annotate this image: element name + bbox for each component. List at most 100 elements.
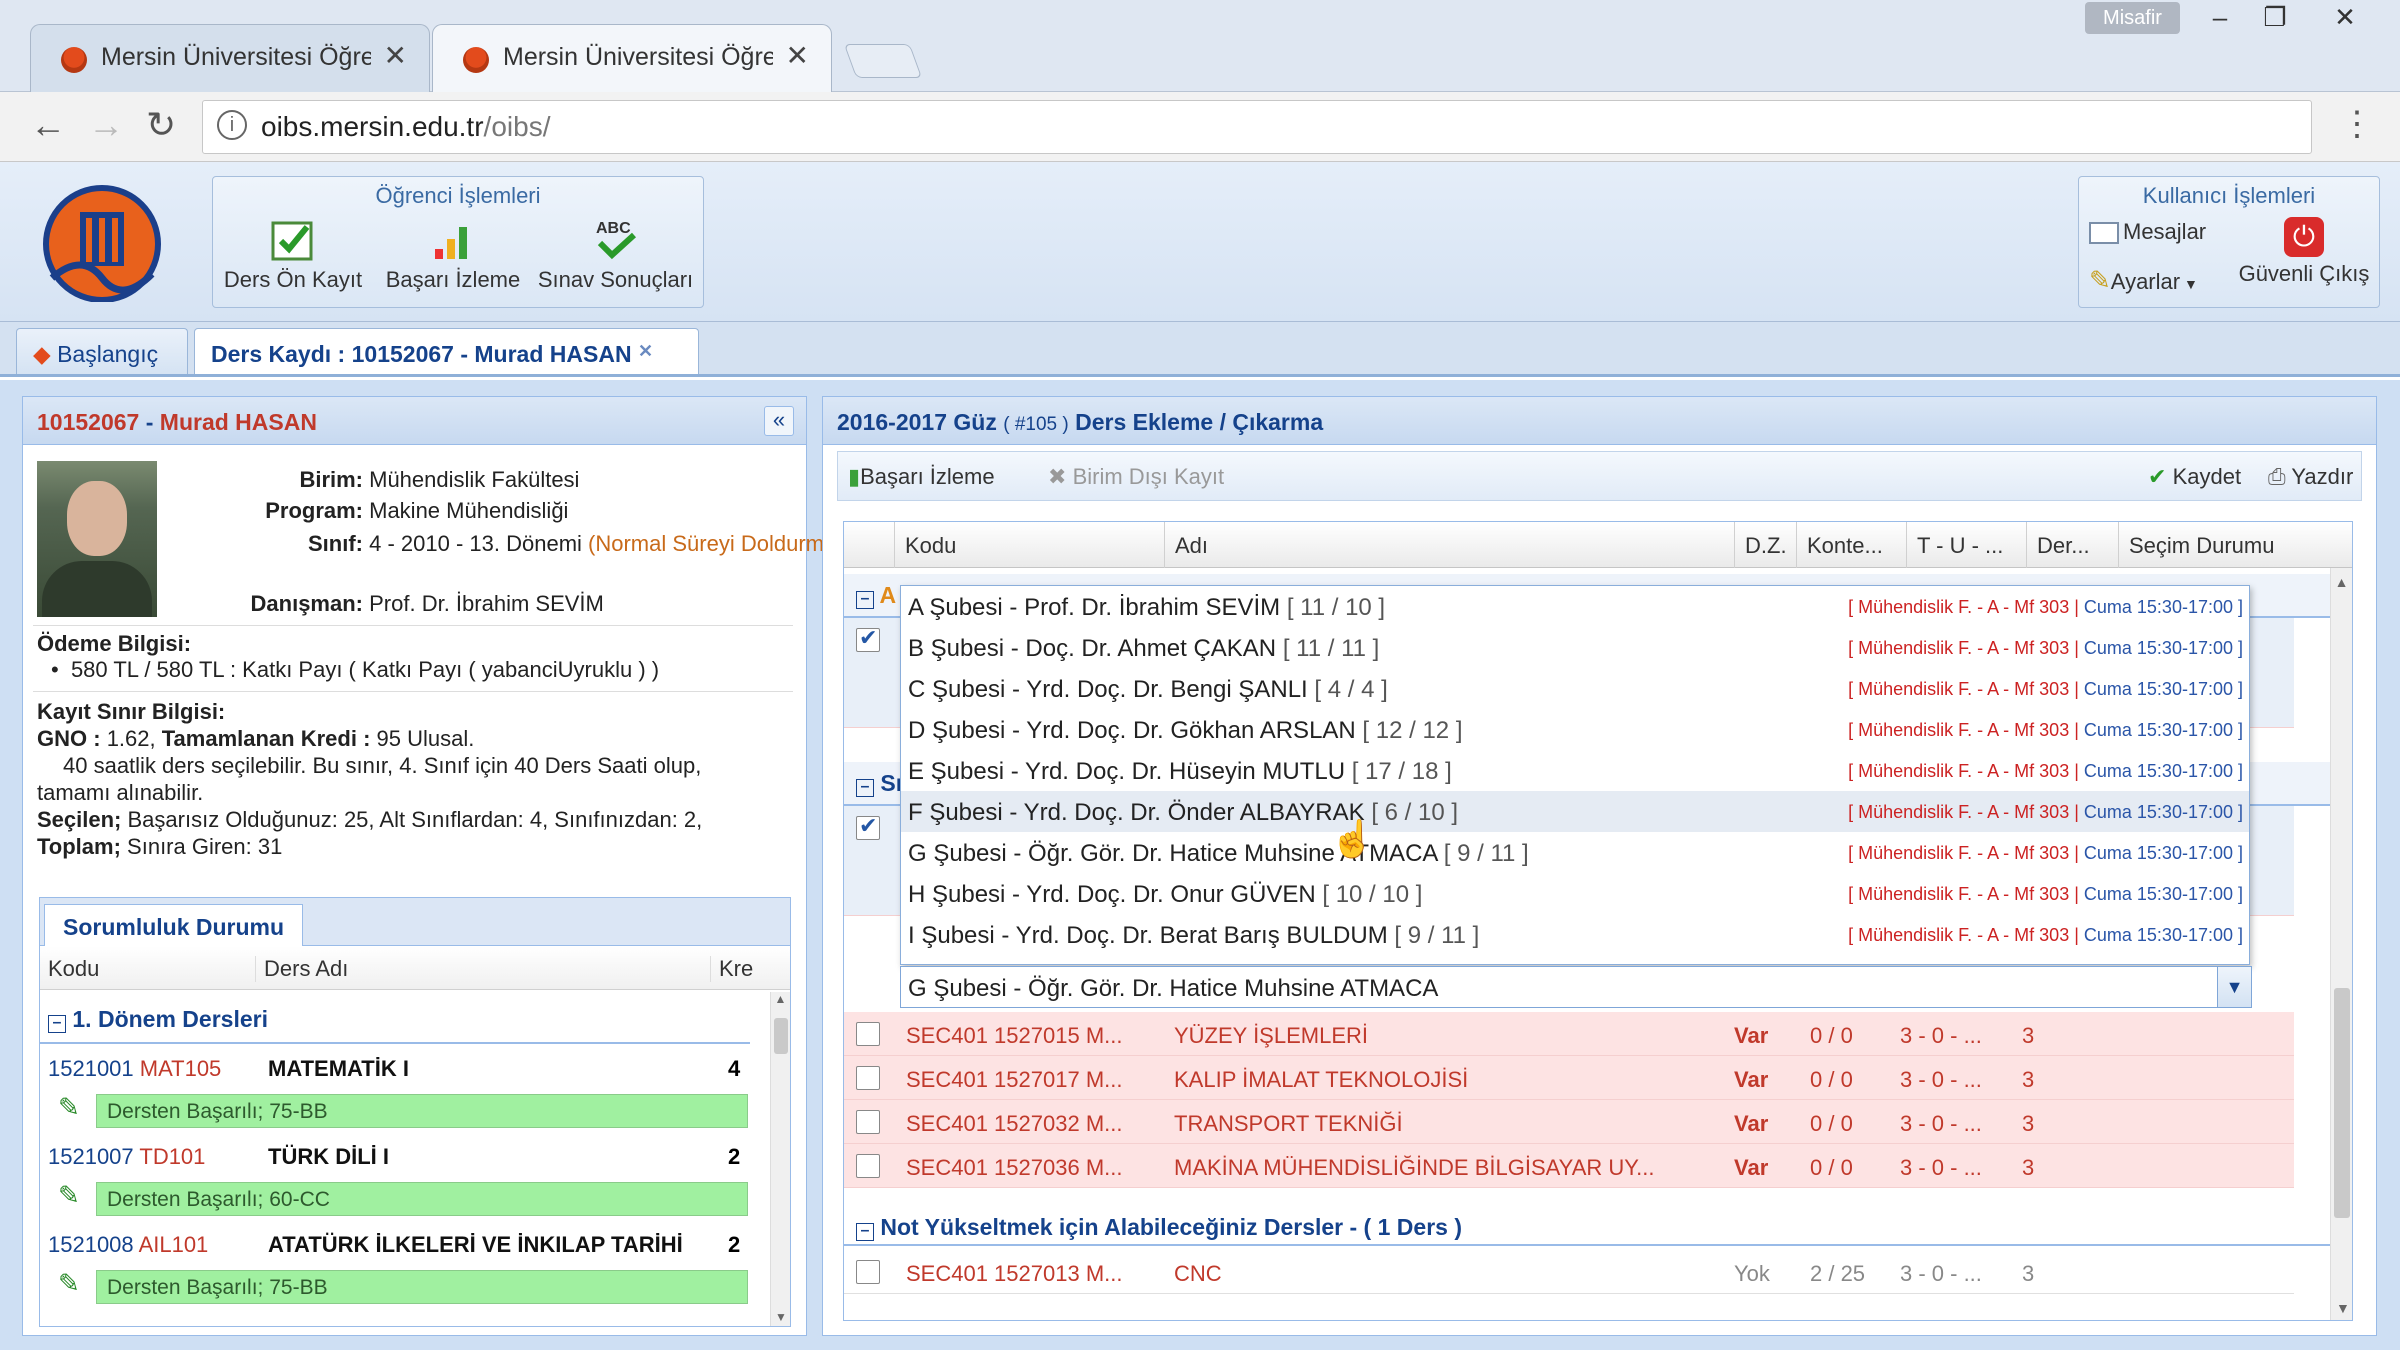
col-tu[interactable]: T - U - ... [1906,522,2026,568]
new-tab-button[interactable] [843,44,923,78]
row-checkbox[interactable] [856,1022,880,1046]
window-close-icon[interactable]: ✕ [2320,0,2370,36]
option-label: F Şubesi - Yrd. Doç. Dr. Önder ALBAYRAK [908,799,1365,826]
group-not-yukseltmek[interactable]: – Not Yükseltmek için Alabileceğiniz Der… [844,1206,2334,1246]
row-checkbox[interactable] [856,1110,880,1134]
col-kodu[interactable]: Kodu [894,522,1164,568]
row-checkbox[interactable] [856,1154,880,1178]
row-checkbox[interactable] [856,625,880,652]
dropdown-option-e[interactable]: E Şubesi - Yrd. Doç. Dr. Hüseyin MUTLU [… [901,750,2249,791]
pin-icon: ✎ [58,1180,80,1210]
tab-ders-kaydi-label: Ders Kaydı : 10152067 - Murad HASAN [211,341,632,367]
birim-label: Birim: [299,467,363,492]
checklist-icon [271,221,313,261]
logout-label: Güvenli Çıkış [2238,261,2370,286]
reload-icon[interactable]: ↻ [146,104,176,146]
print-button[interactable]: ⎙ Yazdır [2268,464,2353,490]
cell-adi: TRANSPORT TEKNİĞİ [1174,1111,1403,1136]
scroll-thumb[interactable] [2334,988,2350,1218]
collapse-group-icon[interactable]: – [856,779,874,797]
collapse-group-icon[interactable]: – [48,1015,66,1033]
guest-profile-button[interactable]: Misafir [2085,2,2180,34]
basari-izleme-button[interactable]: Başarı İzleme [378,217,528,293]
scroll-down-icon[interactable]: ▼ [2336,1300,2350,1316]
tab-sorumluluk[interactable]: Sorumluluk Durumu [44,904,304,946]
col-kredi[interactable]: Kre [710,956,753,982]
gno-line: GNO : 1.62, Tamamlanan Kredi : 95 Ulusal… [37,726,474,752]
birim-disi-kayit-tool[interactable]: ✖ Birim Dışı Kayıt [1048,464,1224,490]
col-kontenjan[interactable]: Konte... [1796,522,1906,568]
course-panel-header: 2016-2017 Güz ( #105 ) Ders Ekleme / Çık… [823,397,2376,445]
group-1-donem[interactable]: – 1. Dönem Dersleri [48,1006,268,1033]
scroll-thumb[interactable] [774,1018,788,1054]
col-secim-durumu[interactable]: Seçim Durumu [2118,522,2338,568]
scroll-up-icon[interactable]: ▲ [771,992,790,1006]
close-tab-icon[interactable]: ✕ [786,39,809,72]
table-row[interactable]: SEC401 1527017 M... KALIP İMALAT TEKNOLO… [844,1056,2294,1100]
cell-tu: 3 - 0 - ... [1900,1023,1982,1048]
dropdown-option-i[interactable]: I Şubesi - Yrd. Doç. Dr. Berat Barış BUL… [901,914,2249,955]
close-tab-icon[interactable]: ✕ [384,39,407,72]
time-text: Cuma 15:30-17:00 ] [2083,843,2243,863]
chevron-down-icon[interactable]: ▼ [2217,967,2251,1007]
sorumluluk-scrollbar[interactable]: ▲ ▼ [770,992,790,1326]
grid-scrollbar[interactable]: ▲ ▼ [2330,568,2352,1320]
minimize-icon[interactable]: – [2195,0,2245,36]
close-tab-icon[interactable]: ✕ [638,341,653,361]
section-select[interactable]: G Şubesi - Öğr. Gör. Dr. Hatice Muhsine … [900,966,2252,1008]
dropdown-option-d[interactable]: D Şubesi - Yrd. Doç. Dr. Gökhan ARSLAN [… [901,709,2249,750]
row-checkbox[interactable] [856,1066,880,1090]
scroll-up-icon[interactable]: ▲ [2331,574,2352,590]
collapse-group-icon[interactable]: – [856,591,874,609]
col-dz[interactable]: D.Z. [1734,522,1796,568]
url-input[interactable]: i oibs.mersin.edu.tr/oibs/ [202,100,2312,154]
cell-der: 3 [2022,1023,2035,1048]
info-icon[interactable]: i [217,110,247,140]
sinav-sonuclari-button[interactable]: ABC Sınav Sonuçları [533,217,698,293]
dropdown-option-c[interactable]: C Şubesi - Yrd. Doç. Dr. Bengi ŞANLI [ 4… [901,668,2249,709]
col-kodu[interactable]: Kodu [48,956,99,982]
table-row[interactable]: SEC401 1527013 M... CNC Yok 2 / 25 3 - 0… [844,1250,2294,1294]
table-row[interactable]: SEC401 1527015 M... YÜZEY İŞLEMLERİ Var … [844,1012,2294,1056]
browser-tab-2[interactable]: Mersin Üniversitesi Öğre ✕ [432,24,832,94]
tab-ders-kaydi[interactable]: Ders Kaydı : 10152067 - Murad HASAN ✕ [194,328,699,374]
dropdown-option-b[interactable]: B Şubesi - Doç. Dr. Ahmet ÇAKAN [ 11 / 1… [901,627,2249,668]
option-count: [ 12 / 12 ] [1362,717,1463,744]
dropdown-option-h[interactable]: H Şubesi - Yrd. Doç. Dr. Onur GÜVEN [ 10… [901,873,2249,914]
course-credit: 4 [728,1056,741,1081]
sinif-value: 4 - 2010 - 13. Dönemi [369,531,582,556]
col-der[interactable]: Der... [2026,522,2118,568]
scroll-down-icon[interactable]: ▼ [775,1310,787,1324]
maximize-icon[interactable]: ❐ [2250,0,2300,36]
messages-button[interactable]: Mesajlar [2089,219,2206,245]
col-adi[interactable]: Adı [1164,522,1734,568]
abc-check-icon: ABC [596,220,636,260]
browser-menu-icon[interactable]: ⋮ [2340,104,2374,144]
table-row[interactable]: SEC401 1527036 M... MAKİNA MÜHENDİSLİĞİN… [844,1144,2294,1188]
ders-on-kayit-button[interactable]: Ders Ön Kayıt [221,217,365,293]
cell-dz: Var [1734,1155,1769,1180]
save-button[interactable]: ✔ Kaydet [2148,464,2241,490]
row-checkbox[interactable] [856,813,880,840]
collapse-group-icon[interactable]: – [856,1223,874,1241]
logout-button[interactable]: ⏻ Güvenli Çıkış [2234,217,2374,287]
basari-izleme-tool[interactable]: ▮Başarı İzleme [848,464,995,490]
table-row[interactable]: SEC401 1527032 M... TRANSPORT TEKNİĞİ Va… [844,1100,2294,1144]
dropdown-option-g[interactable]: G Şubesi - Öğr. Gör. Dr. Hatice Muhsine … [901,832,2249,873]
back-arrow-icon[interactable]: ← [30,104,66,146]
option-count: [ 17 / 18 ] [1351,758,1452,785]
col-ders-adi[interactable]: Ders Adı [255,956,348,982]
forward-arrow-icon[interactable]: → [88,104,124,146]
browser-tab-1[interactable]: Mersin Üniversitesi Öğre ✕ [30,24,430,94]
bar-chart-icon [435,227,467,259]
program-label: Program: [265,498,363,523]
collapse-panel-icon[interactable]: « [764,406,794,436]
tools-icon: ✖ [1048,464,1067,489]
dropdown-option-f[interactable]: F Şubesi - Yrd. Doç. Dr. Önder ALBAYRAK … [901,791,2249,832]
settings-button[interactable]: ✎Ayarlar ▼ [2089,265,2198,296]
tab-baslangic[interactable]: ◆ Başlangıç [16,328,188,374]
row-checkbox[interactable] [856,1260,880,1284]
dropdown-option-a[interactable]: A Şubesi - Prof. Dr. İbrahim SEVİM [ 11 … [901,586,2249,627]
power-icon: ⏻ [2284,217,2324,257]
option-location: [ Mühendislik F. - A - Mf 303 | Cuma 15:… [1848,884,2243,905]
